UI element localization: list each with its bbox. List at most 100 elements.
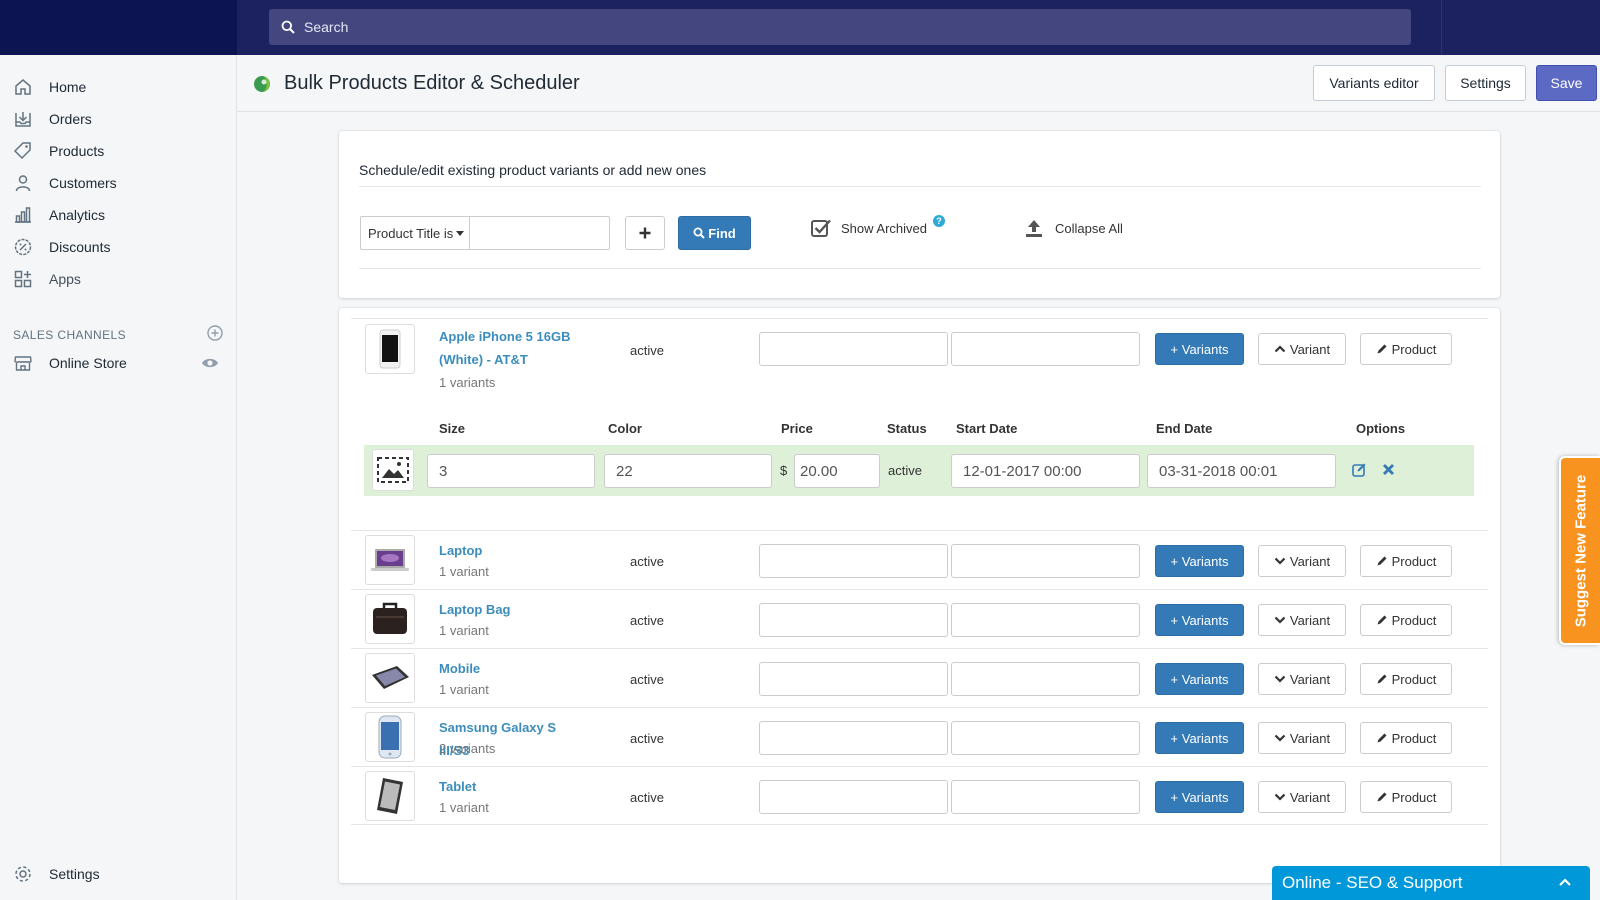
variant-end-date-input[interactable]: 03-31-2018 00:01	[1147, 454, 1336, 488]
filter-field-select[interactable]: Product Title is	[360, 216, 470, 250]
start-date-input[interactable]	[759, 603, 948, 637]
start-date-input[interactable]	[759, 721, 948, 755]
sales-channels-header: SALES CHANNELS	[13, 325, 223, 344]
expand-variant-button[interactable]: Variant	[1258, 781, 1346, 813]
pencil-icon	[1377, 733, 1387, 743]
edit-product-button[interactable]: Product	[1360, 333, 1452, 365]
variant-start-date-input[interactable]: 12-01-2017 00:00	[951, 454, 1140, 488]
product-row: Laptop 1 variant active + Variants Varia…	[351, 530, 1488, 589]
filter-value-input[interactable]	[469, 216, 610, 250]
currency-symbol: $	[780, 463, 788, 478]
search-bar[interactable]	[269, 9, 1411, 45]
edit-product-button[interactable]: Product	[1360, 781, 1452, 813]
product-thumbnail[interactable]	[365, 535, 415, 585]
end-date-input[interactable]	[951, 721, 1140, 755]
save-button[interactable]: Save	[1536, 65, 1597, 101]
chevron-up-icon[interactable]	[1558, 874, 1572, 894]
search-input[interactable]	[304, 19, 1304, 35]
pencil-icon	[1377, 674, 1387, 684]
variant-color-input[interactable]: 22	[604, 454, 772, 488]
suggest-feature-tab[interactable]: Suggest New Feature	[1559, 456, 1600, 645]
add-variants-button[interactable]: + Variants	[1155, 663, 1244, 695]
edit-product-button[interactable]: Product	[1360, 663, 1452, 695]
column-header-options: Options	[1356, 421, 1406, 436]
end-date-input[interactable]	[951, 332, 1140, 366]
edit-product-button[interactable]: Product	[1360, 604, 1452, 636]
bag-image-icon	[373, 602, 407, 634]
expand-variant-button[interactable]: Variant	[1258, 545, 1346, 577]
support-chat-bar[interactable]: Online - SEO & Support	[1272, 866, 1590, 900]
product-title-link[interactable]: Laptop Bag	[439, 598, 579, 621]
product-status: active	[630, 613, 664, 628]
start-date-input[interactable]	[759, 332, 948, 366]
variant-size-input[interactable]: 3	[427, 454, 595, 488]
sidebar-item-online-store[interactable]: Online Store	[0, 347, 236, 379]
add-variants-button[interactable]: + Variants	[1155, 604, 1244, 636]
variants-editor-button[interactable]: Variants editor	[1313, 65, 1435, 101]
chevron-down-icon	[1274, 675, 1286, 683]
product-title-link[interactable]: Laptop	[439, 539, 579, 562]
add-variants-button[interactable]: + Variants	[1155, 781, 1244, 813]
help-icon[interactable]: ?	[933, 215, 945, 227]
page-title: Bulk Products Editor & Scheduler	[284, 72, 580, 94]
start-date-input[interactable]	[759, 544, 948, 578]
product-thumbnail[interactable]	[365, 324, 415, 374]
product-thumbnail[interactable]	[365, 594, 415, 644]
sidebar-item-discounts[interactable]: Discounts	[0, 231, 236, 263]
variant-image-placeholder[interactable]	[372, 449, 414, 491]
variant-price-input[interactable]: 20.00	[794, 454, 880, 488]
search-icon	[281, 20, 295, 34]
sidebar-item-analytics[interactable]: Analytics	[0, 199, 236, 231]
add-channel-icon[interactable]	[207, 325, 223, 344]
add-variants-button[interactable]: + Variants	[1155, 722, 1244, 754]
end-date-input[interactable]	[951, 662, 1140, 696]
expand-variant-button[interactable]: Variant	[1258, 722, 1346, 754]
end-date-input[interactable]	[951, 780, 1140, 814]
sidebar-item-home[interactable]: Home	[0, 71, 236, 103]
sidebar-item-orders[interactable]: Orders	[0, 103, 236, 135]
product-thumbnail[interactable]	[365, 653, 415, 703]
start-date-input[interactable]	[759, 780, 948, 814]
end-date-input[interactable]	[951, 603, 1140, 637]
sales-channels-label: SALES CHANNELS	[13, 327, 126, 342]
delete-variant-icon[interactable]	[1382, 463, 1395, 479]
settings-button[interactable]: Settings	[1445, 65, 1526, 101]
product-thumbnail[interactable]	[365, 771, 415, 821]
sidebar-item-products[interactable]: Products	[0, 135, 236, 167]
product-title-link[interactable]: Tablet	[439, 775, 579, 798]
edit-variant-icon[interactable]	[1352, 462, 1367, 480]
end-date-input[interactable]	[951, 544, 1140, 578]
product-title-link[interactable]: Apple iPhone 5 16GB (White) - AT&T	[439, 325, 579, 371]
eye-icon[interactable]	[201, 355, 219, 374]
edit-product-button[interactable]: Product	[1360, 545, 1452, 577]
expand-variant-button[interactable]: Variant	[1258, 663, 1346, 695]
plus-icon	[639, 227, 651, 239]
product-title-link[interactable]: Mobile	[439, 657, 579, 680]
sidebar-item-label: Discounts	[49, 239, 111, 255]
show-archived-toggle[interactable]: Show Archived ?	[810, 215, 945, 239]
pencil-icon	[1377, 615, 1387, 625]
column-header-status: Status	[887, 421, 927, 436]
edit-product-button[interactable]: Product	[1360, 722, 1452, 754]
tag-icon	[13, 141, 33, 161]
sidebar-item-settings[interactable]: Settings	[0, 858, 236, 890]
find-button[interactable]: Find	[678, 216, 751, 250]
sidebar-item-label: Online Store	[49, 355, 127, 371]
product-thumbnail[interactable]	[365, 712, 415, 762]
chevron-down-icon	[1274, 793, 1286, 801]
add-variants-button[interactable]: + Variants	[1155, 545, 1244, 577]
mobile-image-icon	[372, 666, 409, 689]
start-date-input[interactable]	[759, 662, 948, 696]
chevron-up-icon	[1274, 345, 1286, 353]
sidebar-item-customers[interactable]: Customers	[0, 167, 236, 199]
collapse-variant-button[interactable]: Variant	[1258, 333, 1346, 365]
topbar-divider	[1441, 0, 1442, 55]
collapse-all-button[interactable]: Collapse All	[1024, 218, 1123, 238]
find-label: Find	[708, 225, 736, 241]
add-filter-button[interactable]	[625, 216, 665, 250]
product-label: Product	[1391, 553, 1437, 569]
sidebar-item-apps[interactable]: Apps	[0, 263, 236, 295]
chat-label: Online - SEO & Support	[1282, 873, 1463, 892]
add-variants-button[interactable]: + Variants	[1155, 333, 1244, 365]
expand-variant-button[interactable]: Variant	[1258, 604, 1346, 636]
